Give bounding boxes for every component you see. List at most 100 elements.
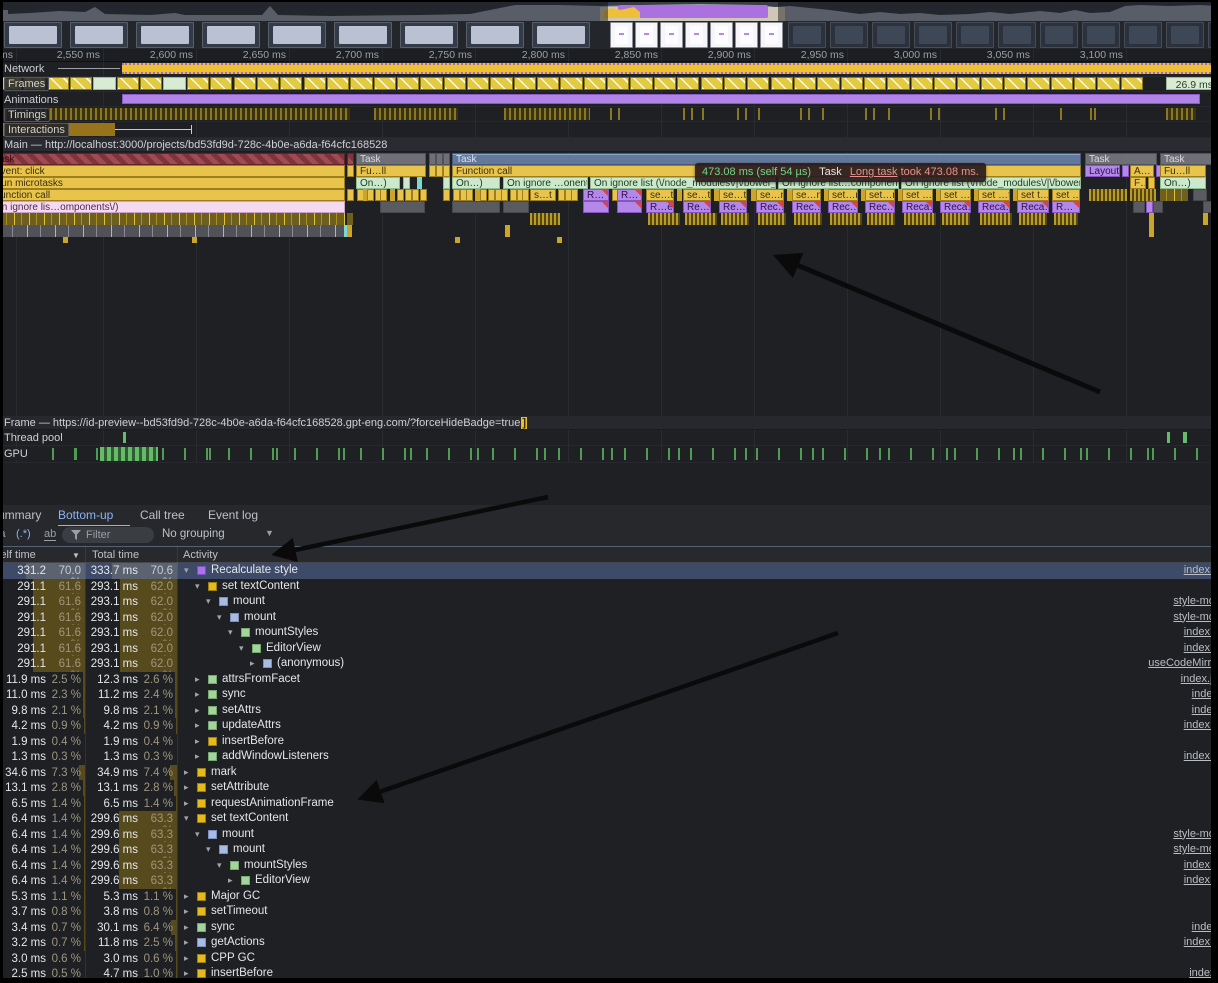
table-row[interactable]: 331.2 ms70.0 %333.7 ms70.6 %▾Recalculate… — [0, 563, 1218, 579]
screenshot-thumbnail[interactable] — [532, 22, 590, 48]
flame-bar[interactable]: Reca…yle — [902, 201, 933, 213]
expand-open-icon[interactable]: ▾ — [228, 627, 233, 638]
expand-closed-icon[interactable]: ▸ — [195, 720, 200, 731]
frame-cell[interactable] — [93, 77, 115, 90]
frame-track-header[interactable]: Frame — https://id-preview--bd53fd9d-728… — [0, 416, 1218, 430]
frame-cell[interactable] — [140, 77, 162, 90]
expand-closed-icon[interactable]: ▸ — [228, 875, 233, 886]
flame-bar[interactable] — [488, 189, 495, 201]
flame-bar[interactable] — [380, 201, 425, 213]
table-row[interactable]: 4.2 ms0.9 %4.2 ms0.9 %▸updateAttrsindex.… — [0, 718, 1218, 734]
flame-bar[interactable] — [420, 189, 427, 201]
table-row[interactable]: 291.1 ms61.6 %293.1 ms62.0 %▾mountstyle-… — [0, 610, 1218, 626]
source-link[interactable]: useCodeMirror — [1148, 657, 1218, 669]
flame-bar[interactable] — [530, 213, 560, 225]
flame-bar[interactable] — [1122, 165, 1129, 177]
flame-bar[interactable] — [1089, 189, 1127, 201]
flame-bar[interactable] — [452, 201, 500, 213]
tab-summary[interactable]: Summary — [0, 505, 50, 525]
flame-bar[interactable] — [443, 177, 450, 189]
screenshot-thumbnail[interactable] — [610, 22, 633, 48]
flame-bar[interactable]: Task — [1085, 153, 1157, 165]
flame-bar[interactable]: se…t — [683, 189, 711, 201]
flame-bar[interactable] — [429, 165, 436, 177]
flame-bar[interactable] — [677, 189, 682, 201]
expand-open-icon[interactable]: ▾ — [206, 596, 211, 607]
frame-cell[interactable] — [934, 77, 956, 90]
expand-open-icon[interactable]: ▾ — [184, 813, 189, 824]
flame-bar[interactable]: set …tent — [1052, 189, 1080, 201]
flame-bar[interactable] — [522, 189, 529, 201]
filter-input[interactable]: Filter — [62, 527, 154, 543]
frame-cell[interactable] — [1121, 77, 1143, 90]
flame-bar[interactable]: Fu…ll — [356, 165, 426, 177]
frame-cell[interactable] — [1097, 77, 1119, 90]
screenshot-thumbnail[interactable] — [202, 22, 260, 48]
flame-bar[interactable] — [794, 213, 822, 225]
frame-cell[interactable] — [117, 77, 139, 90]
flame-bar[interactable]: Re…le — [719, 201, 747, 213]
expand-open-icon[interactable]: ▾ — [206, 844, 211, 855]
flame-bar[interactable]: On ignore lis…omponents\/) — [0, 201, 345, 213]
flame-bar[interactable]: Reca…yle — [1017, 201, 1049, 213]
flame-bar[interactable] — [1193, 189, 1207, 201]
screenshot-thumbnail[interactable] — [466, 22, 524, 48]
flame-bar[interactable] — [436, 153, 443, 165]
expand-closed-icon[interactable]: ▸ — [195, 736, 200, 747]
table-row[interactable]: 1.9 ms0.4 %1.9 ms0.4 %▸insertBefore — [0, 734, 1218, 750]
flame-bar[interactable]: F…l — [1130, 177, 1146, 189]
flame-bar[interactable] — [0, 225, 345, 237]
frame-cell[interactable] — [607, 77, 629, 90]
flame-bar[interactable]: Run microtasks — [0, 177, 345, 189]
flame-bar[interactable] — [429, 153, 436, 165]
screenshot-thumbnail[interactable] — [914, 22, 952, 48]
flame-bar[interactable]: R… — [617, 189, 642, 201]
thread-pool-track[interactable]: Thread pool — [0, 430, 1218, 446]
frame-cell[interactable] — [210, 77, 232, 90]
flame-bar[interactable] — [480, 189, 487, 201]
frame-cell[interactable] — [981, 77, 1003, 90]
animation-bar[interactable] — [122, 94, 1200, 104]
flame-bar[interactable]: R…e — [646, 201, 674, 213]
expand-closed-icon[interactable]: ▸ — [184, 798, 189, 809]
flame-bar[interactable] — [1146, 201, 1153, 213]
frame-cell[interactable] — [794, 77, 816, 90]
flame-bar[interactable] — [347, 225, 352, 237]
table-row[interactable]: 3.7 ms0.8 %3.8 ms0.8 %▸setTimeout — [0, 904, 1218, 920]
flame-bar[interactable] — [571, 189, 578, 201]
tab-event-log[interactable]: Event log — [208, 505, 266, 525]
flame-bar[interactable]: On ignore …onents\/) — [503, 177, 588, 189]
flame-bar[interactable] — [503, 201, 529, 213]
frame-cell[interactable] — [514, 77, 536, 90]
table-row[interactable]: 5.3 ms1.1 %5.3 ms1.1 %▸Major GC — [0, 889, 1218, 905]
frame-cell[interactable] — [1027, 77, 1049, 90]
frame-cell[interactable] — [560, 77, 582, 90]
flame-bar[interactable]: se…t — [719, 189, 747, 201]
flame-bar[interactable] — [648, 213, 680, 225]
flame-bar[interactable] — [505, 225, 510, 237]
flame-bar[interactable]: Task — [1160, 153, 1218, 165]
flame-bar[interactable] — [1149, 225, 1154, 237]
frame-cell[interactable] — [397, 77, 419, 90]
table-row[interactable]: 6.4 ms1.4 %299.6 ms63.3 %▾mountstyle-mod — [0, 827, 1218, 843]
frame-cell[interactable] — [304, 77, 326, 90]
expand-closed-icon[interactable]: ▸ — [195, 689, 200, 700]
expand-closed-icon[interactable]: ▸ — [184, 782, 189, 793]
flame-bar[interactable] — [403, 177, 410, 189]
flame-bar[interactable] — [758, 213, 786, 225]
long-task-link[interactable]: Long task — [850, 166, 898, 178]
frame-cell[interactable] — [584, 77, 606, 90]
flame-bar[interactable]: Event: click — [0, 165, 345, 177]
flame-bar[interactable] — [453, 189, 460, 201]
regex-icon[interactable]: (.*) — [16, 528, 31, 540]
frame-cell[interactable] — [1074, 77, 1096, 90]
frame-cell[interactable] — [444, 77, 466, 90]
match-whole-word-icon[interactable]: ab — [44, 528, 56, 541]
flame-bar[interactable]: set…nt — [865, 189, 895, 201]
flame-bar[interactable] — [412, 189, 419, 201]
table-row[interactable]: 13.1 ms2.8 %13.1 ms2.8 %▸setAttribute — [0, 780, 1218, 796]
cpu-overview[interactable] — [0, 2, 1218, 21]
flame-bar[interactable] — [466, 189, 473, 201]
tab-call-tree[interactable]: Call tree — [140, 505, 198, 525]
flame-bar[interactable] — [192, 237, 197, 243]
